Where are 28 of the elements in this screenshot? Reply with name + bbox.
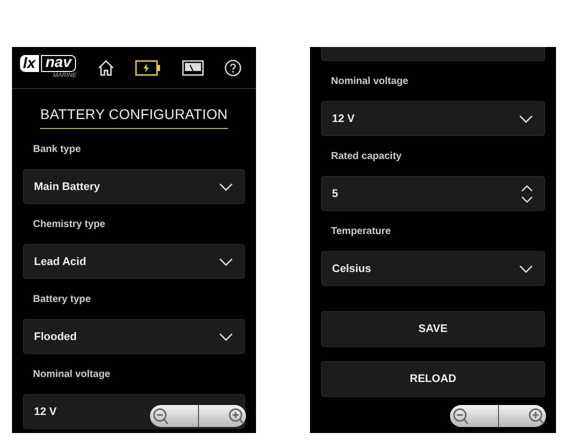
field-label: Temperature [330, 225, 392, 239]
field-label: Nominal voltage [330, 75, 410, 89]
zoom-in-icon[interactable] [198, 405, 246, 427]
field-label: Nominal voltage [32, 368, 112, 382]
reload-button[interactable]: RELOAD [321, 361, 545, 397]
chevron-down-icon [219, 258, 233, 266]
field-label: Bank type [32, 143, 82, 157]
chevron-down-icon [219, 332, 233, 340]
dropdown-field[interactable]: Lead Acid [23, 244, 245, 279]
field-label: Chemistry type [32, 218, 106, 232]
page-title: BATTERY CONFIGURATION [40, 106, 228, 129]
zoom-in-icon[interactable] [498, 405, 546, 427]
gauge-icon[interactable] [182, 60, 204, 76]
help-icon[interactable] [224, 58, 242, 76]
battery-icon[interactable] [135, 60, 162, 76]
dropdown-field[interactable]: 12 V [321, 101, 545, 136]
save-button[interactable]: SAVE [321, 311, 545, 347]
dropdown-field[interactable]: Celsius [321, 251, 545, 286]
dropdown-field[interactable]: Flooded [23, 319, 245, 354]
chevron-down-icon [519, 264, 533, 272]
field-label: Rated capacity [330, 150, 403, 164]
chevron-down-icon [219, 182, 233, 190]
home-icon[interactable] [96, 58, 115, 76]
dropdown-field[interactable]: Main Battery [23, 169, 245, 204]
chevron-down-icon [519, 114, 533, 122]
number-field[interactable]: 5 [321, 176, 545, 211]
field-label: Battery type [32, 293, 92, 307]
stepper-icon[interactable] [521, 184, 533, 204]
